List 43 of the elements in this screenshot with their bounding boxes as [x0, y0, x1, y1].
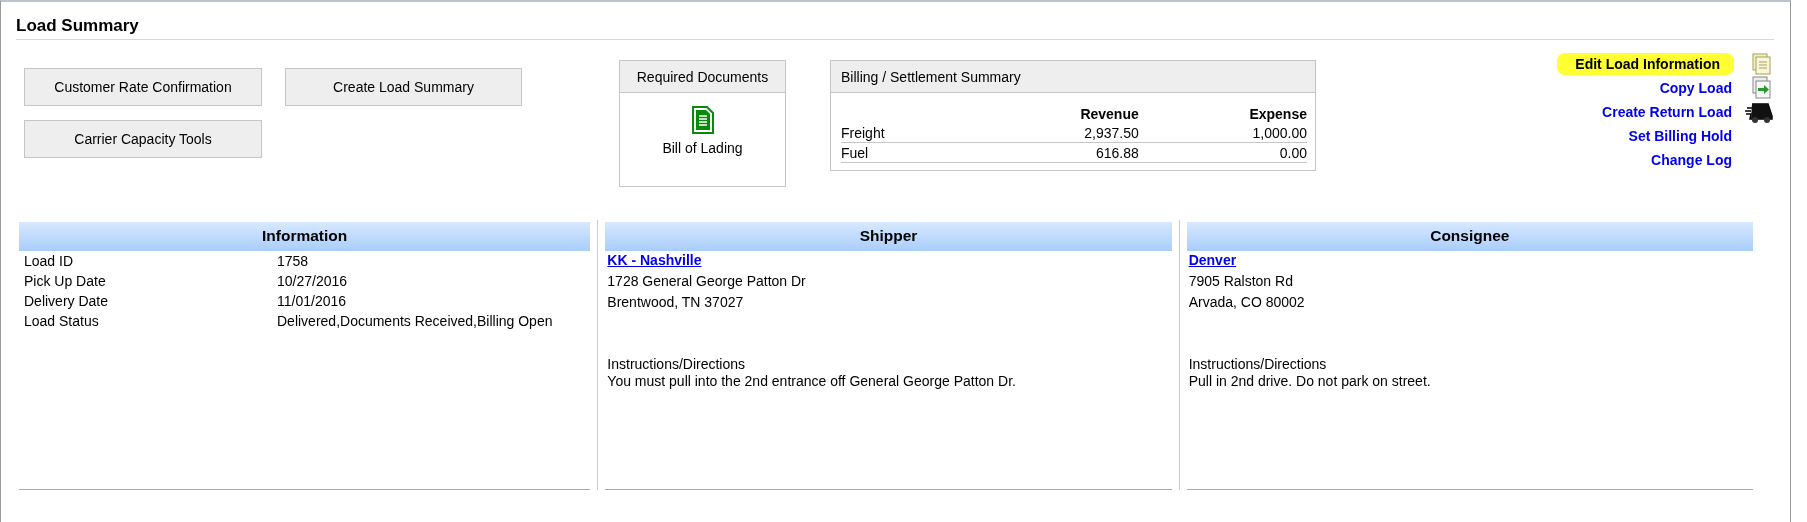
name-link[interactable]: Denver [1186, 251, 1753, 269]
section-header: Shipper [605, 222, 1172, 251]
document-icon[interactable] [691, 106, 714, 134]
address-line: 1728 General George Patton Dr [607, 272, 807, 290]
column-header: Expense [1138, 104, 1307, 123]
table-cell: Freight [841, 123, 969, 143]
name-link[interactable]: KK - Nashville [605, 251, 1172, 269]
action-link[interactable]: Create Return Load [1600, 103, 1734, 121]
panel-title: Required Documents [620, 61, 785, 93]
action-link[interactable]: Copy Load [1657, 79, 1734, 97]
address-line: Arvada, CO 80002 [1188, 293, 1306, 311]
table-cell: 1,000.00 [1138, 123, 1307, 143]
field-label: Delivery Date [24, 293, 110, 309]
field-value: Delivered,Documents Received,Billing Open [277, 313, 554, 329]
field-label: Load Status [24, 313, 100, 329]
table-cell: 0.00 [1138, 142, 1307, 163]
action-link[interactable]: Change Log [1649, 151, 1734, 169]
table-cell: 616.88 [968, 142, 1139, 163]
panel-title: Billing / Settlement Summary [831, 61, 1315, 93]
action-button[interactable]: Customer Rate Confirmation [24, 68, 262, 106]
section-header: Information [19, 222, 591, 251]
section-header: Consignee [1186, 222, 1753, 251]
instructions-label: Instructions/Directions [1188, 356, 1328, 372]
address-line: 7905 Ralston Rd [1188, 272, 1294, 290]
field-value: 11/01/2016 [277, 293, 348, 309]
action-link[interactable]: Set Billing Hold [1626, 127, 1734, 145]
table-cell: 2,937.50 [968, 123, 1139, 143]
field-value: 10/27/2016 [277, 273, 349, 289]
action-button[interactable]: Carrier Capacity Tools [24, 120, 262, 158]
document-label[interactable]: Bill of Lading [662, 140, 743, 156]
field-label: Pick Up Date [24, 273, 107, 289]
action-link[interactable]: Edit Load Information [1557, 53, 1734, 75]
address-line: Brentwood, TN 37027 [607, 293, 745, 311]
column-header: Revenue [1079, 105, 1139, 123]
field-value: 1758 [277, 253, 310, 269]
table-cell: Fuel [841, 142, 969, 163]
page-title: Load Summary [16, 16, 1774, 40]
instructions-text: Pull in 2nd drive. Do not park on street. [1188, 373, 1432, 389]
instructions-text: You must pull into the 2nd entrance off General George Patton Dr. [607, 373, 1017, 389]
action-button[interactable]: Create Load Summary [285, 68, 522, 106]
instructions-label: Instructions/Directions [607, 356, 747, 372]
field-label: Load ID [24, 253, 75, 269]
truck-icon[interactable] [1744, 100, 1774, 124]
